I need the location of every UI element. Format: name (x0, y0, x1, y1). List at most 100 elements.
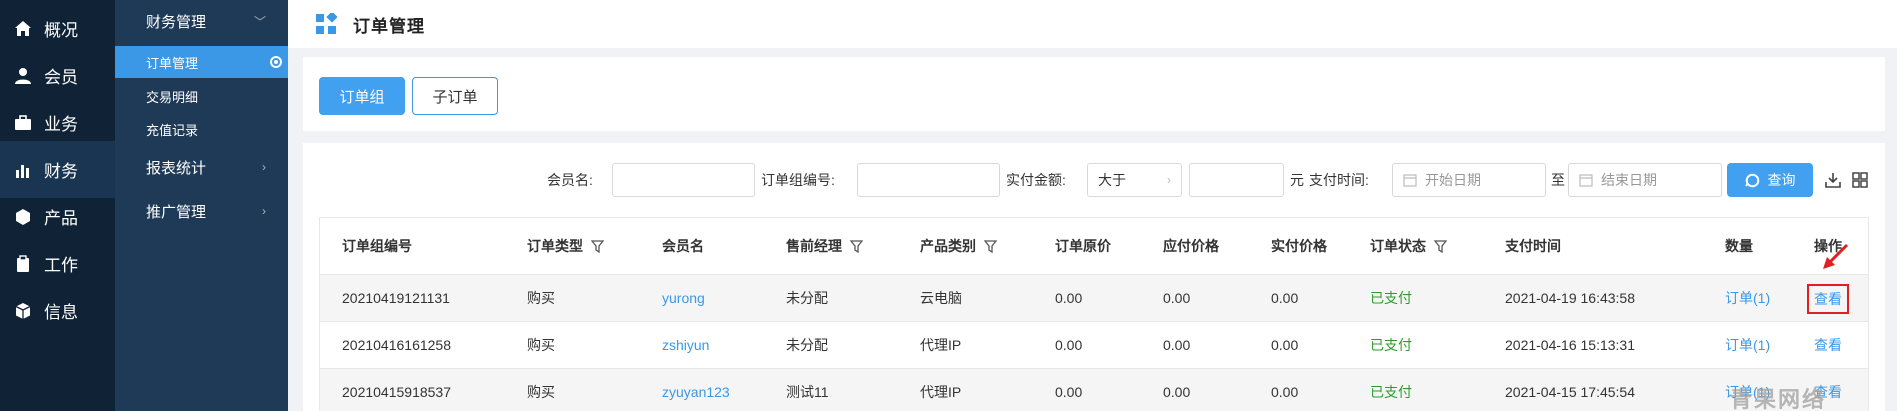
member-label: 会员名: (547, 172, 593, 188)
nav-sub-order-management[interactable]: 订单管理 (115, 46, 288, 78)
nav-sub-label: 充值记录 (146, 122, 199, 138)
table-row: 20210419121131 购买 yurong 未分配 云电脑 0.00 0.… (320, 275, 1868, 322)
orders-table: 订单组编号 订单类型 会员名 售前经理 产品类别 订单原价 应付价格 实付价格 … (319, 217, 1869, 411)
start-date-placeholder: 开始日期 (1425, 172, 1481, 188)
group-no-input[interactable] (857, 163, 1000, 197)
dashboard-icon (316, 13, 337, 34)
cell-paid-price: 0.00 (1271, 290, 1299, 306)
box-icon (14, 302, 32, 320)
col-type[interactable]: 订单类型 (527, 218, 604, 275)
nav-item-messages[interactable]: 信息 (0, 282, 115, 339)
col-pay-time: 支付时间 (1505, 238, 1561, 254)
tab-panel: 订单组 子订单 (303, 57, 1885, 131)
nav-item-label: 会员 (44, 68, 78, 87)
search-icon (1744, 173, 1759, 187)
member-input[interactable] (612, 163, 755, 197)
cell-pay-time: 2021-04-15 17:45:54 (1505, 384, 1635, 400)
nav-item-label: 概况 (44, 21, 78, 40)
unit-label: 元 (1290, 172, 1304, 188)
cell-type: 购买 (527, 337, 555, 353)
cell-category: 云电脑 (920, 290, 962, 306)
col-paid-price: 实付价格 (1271, 238, 1327, 254)
nav-item-label: 工作 (44, 256, 78, 275)
cell-category: 代理IP (920, 337, 962, 353)
cell-pay-time: 2021-04-16 15:13:31 (1505, 337, 1635, 353)
nav-item-label: 业务 (44, 115, 78, 134)
col-original-price: 订单原价 (1055, 238, 1111, 254)
cell-status: 已支付 (1370, 337, 1412, 353)
filter-icon[interactable] (1434, 240, 1447, 253)
clipboard-icon (14, 254, 32, 273)
filter-icon[interactable] (850, 240, 863, 253)
secondary-sidebar: 财务管理 ﹀ 订单管理 交易明细 充值记录 报表统计 › 推广管理 › (115, 0, 288, 411)
cell-group-no: 20210415918537 (342, 384, 452, 400)
user-icon (14, 67, 32, 85)
cell-pay-time: 2021-04-19 16:43:58 (1505, 290, 1635, 306)
date-range-separator: 至 (1551, 172, 1565, 188)
cell-qty-link[interactable]: 订单(1) (1725, 322, 1770, 368)
amount-operator-select[interactable]: 大于 › (1087, 163, 1182, 197)
cell-payable-price: 0.00 (1163, 337, 1191, 353)
nav-group-finance[interactable]: 财务管理 ﹀ (115, 0, 288, 42)
cell-original-price: 0.00 (1055, 290, 1083, 306)
cell-payable-price: 0.00 (1163, 384, 1191, 400)
amount-input[interactable] (1189, 163, 1284, 197)
amount-operator-value: 大于 (1098, 172, 1126, 188)
cell-qty-link[interactable]: 订单(1) (1725, 275, 1770, 321)
calendar-icon (1403, 174, 1417, 187)
view-link[interactable]: 查看 (1807, 284, 1849, 314)
nav-item-label: 财务 (44, 162, 78, 181)
primary-sidebar: 概况 会员 业务 财务 产品 工作 信息 (0, 0, 115, 411)
nav-group-label: 报表统计 (146, 159, 207, 177)
filter-icon[interactable] (591, 240, 604, 253)
nav-sub-transactions[interactable]: 交易明细 (115, 80, 288, 112)
cell-payable-price: 0.00 (1163, 290, 1191, 306)
col-manager[interactable]: 售前经理 (786, 218, 863, 275)
nav-sub-recharge[interactable]: 充值记录 (115, 113, 288, 145)
download-icon[interactable] (1824, 171, 1842, 189)
content-panel: 会员名: 订单组编号: 实付金额: 大于 › 元 支付时间: 开始日期 至 结束… (303, 143, 1885, 411)
cell-status: 已支付 (1370, 290, 1412, 306)
col-status[interactable]: 订单状态 (1370, 218, 1447, 275)
query-button-label: 查询 (1767, 172, 1796, 188)
view-button-highlighted[interactable]: 查看 (1807, 284, 1849, 314)
column-settings-icon[interactable] (1851, 171, 1869, 189)
end-date-placeholder: 结束日期 (1601, 172, 1657, 188)
cell-member-link[interactable]: zshiyun (662, 322, 709, 368)
tab-sub-order[interactable]: 子订单 (412, 77, 498, 115)
view-link[interactable]: 查看 (1814, 322, 1842, 368)
filter-icon[interactable] (984, 240, 997, 253)
cell-original-price: 0.00 (1055, 384, 1083, 400)
chevron-right-icon: › (262, 204, 266, 218)
page-title: 订单管理 (353, 16, 425, 36)
tab-order-group[interactable]: 订单组 (319, 77, 405, 115)
cell-category: 代理IP (920, 384, 962, 400)
table-row: 20210416161258 购买 zshiyun 未分配 代理IP 0.00 … (320, 322, 1868, 369)
filter-bar: 会员名: 订单组编号: 实付金额: 大于 › 元 支付时间: 开始日期 至 结束… (303, 163, 1885, 197)
nav-item-label: 信息 (44, 303, 78, 322)
radio-dot-icon (270, 56, 282, 68)
home-icon (14, 20, 32, 38)
table-row: 20210415918537 购买 zyuyan123 测试11 代理IP 0.… (320, 369, 1868, 411)
end-date-input[interactable]: 结束日期 (1568, 163, 1722, 197)
query-button[interactable]: 查询 (1727, 163, 1813, 197)
cell-original-price: 0.00 (1055, 337, 1083, 353)
nav-group-promotion[interactable]: 推广管理 › (115, 190, 288, 232)
cell-group-no: 20210416161258 (342, 337, 452, 353)
nav-group-label: 推广管理 (146, 203, 207, 221)
cell-member-link[interactable]: yurong (662, 275, 705, 321)
col-payable-price: 应付价格 (1163, 238, 1219, 254)
pay-time-label: 支付时间: (1309, 172, 1369, 188)
watermark: 青果网络 (1730, 387, 1827, 411)
cell-manager: 测试11 (786, 384, 829, 400)
bar-chart-icon (14, 161, 32, 179)
calendar-icon (1579, 174, 1593, 187)
cell-group-no: 20210419121131 (342, 290, 450, 306)
start-date-input[interactable]: 开始日期 (1392, 163, 1546, 197)
cell-manager: 未分配 (786, 290, 828, 306)
col-member: 会员名 (662, 238, 704, 254)
chevron-right-icon: › (262, 160, 266, 174)
cell-member-link[interactable]: zyuyan123 (662, 369, 730, 411)
col-category[interactable]: 产品类别 (920, 218, 997, 275)
nav-group-reports[interactable]: 报表统计 › (115, 146, 288, 188)
